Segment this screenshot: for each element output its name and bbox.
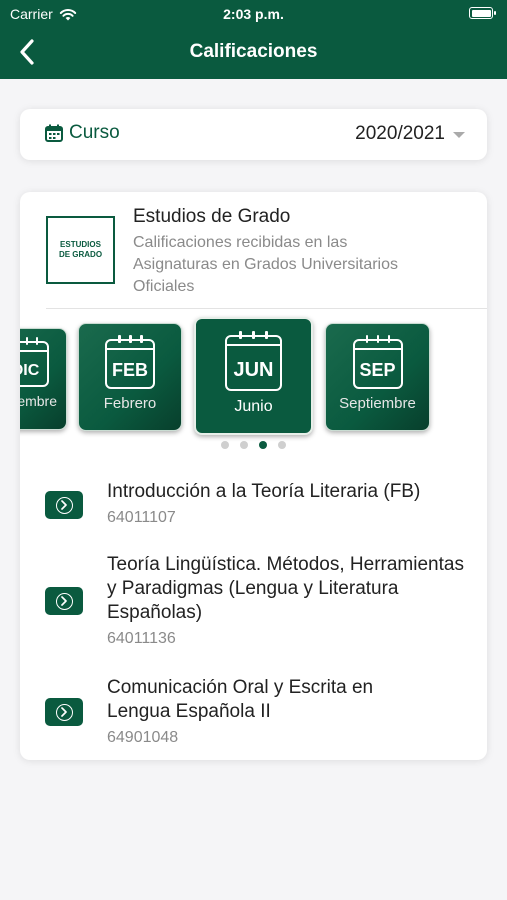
caret-down-icon (453, 132, 465, 138)
status-bar: Carrier 2:03 p.m. (0, 0, 507, 26)
month-carousel[interactable]: DIC Diciembre FEB Febrero JUN Junio SEP (20, 314, 487, 444)
grades-card: ESTUDIOS DE GRADO Estudios de Grado Cali… (20, 192, 487, 760)
month-abbr: DIC (20, 362, 40, 379)
chevron-right-icon (61, 707, 67, 717)
program-title: Estudios de Grado (133, 206, 291, 227)
course-selector-card: Curso 2020/2021 (20, 109, 487, 160)
course-dropdown[interactable]: 2020/2021 (355, 123, 465, 145)
calendar-icon (45, 124, 63, 142)
logo-text-line1: ESTUDIOS (60, 240, 101, 249)
chevron-right-icon (61, 596, 67, 606)
app-header: Carrier 2:03 p.m. Calificaciones (0, 0, 507, 79)
month-tile-sep[interactable]: SEP Septiembre (325, 323, 430, 431)
month-tile-feb[interactable]: FEB Febrero (78, 323, 182, 431)
month-name: Septiembre (339, 395, 416, 412)
open-subject-button[interactable] (45, 491, 83, 519)
subject-name: Introducción a la Teoría Literaria (FB) (107, 481, 421, 502)
estudios-de-grado-logo: ESTUDIOS DE GRADO (46, 216, 115, 284)
divider (46, 308, 487, 309)
page-indicator (20, 441, 487, 449)
program-description: Calificaciones recibidas en las Asignatu… (133, 234, 399, 295)
month-name: Junio (234, 398, 273, 415)
open-subject-button[interactable] (45, 698, 83, 726)
month-abbr: FEB (112, 360, 148, 380)
chevron-right-icon (61, 500, 67, 510)
calendar-icon: FEB (105, 335, 155, 389)
page-title: Calificaciones (189, 41, 318, 62)
course-value: 2020/2021 (355, 123, 445, 144)
subject-name: Teoría Lingüística. Métodos, Herramienta… (107, 554, 464, 623)
page-dot[interactable] (240, 441, 248, 449)
subject-code: 64011107 (107, 509, 176, 526)
nav-bar: Calificaciones (0, 26, 507, 79)
course-label: Curso (69, 122, 120, 143)
calendar-icon: DIC (20, 337, 49, 387)
month-name: Diciembre (20, 393, 57, 409)
subject-row[interactable]: Comunicación Oral y Escrita en Lengua Es… (20, 676, 487, 751)
battery-icon (469, 7, 496, 19)
month-tile-jun[interactable]: JUN Junio (194, 317, 313, 435)
month-abbr: JUN (233, 359, 274, 381)
open-subject-button[interactable] (45, 587, 83, 615)
status-time: 2:03 p.m. (223, 6, 284, 22)
calendar-icon: JUN (225, 331, 282, 391)
subject-code: 64901048 (107, 729, 179, 746)
subject-row[interactable]: Teoría Lingüística. Métodos, Herramienta… (20, 553, 487, 653)
month-abbr: SEP (359, 360, 396, 380)
page-dot[interactable] (221, 441, 229, 449)
course-label-group: Curso (45, 122, 120, 144)
calendar-icon: SEP (352, 335, 403, 389)
page-dot-active[interactable] (259, 441, 267, 449)
subject-code: 64011136 (107, 630, 176, 647)
page-dot[interactable] (278, 441, 286, 449)
logo-text-line2: DE GRADO (58, 250, 103, 259)
month-tile-dic[interactable]: DIC Diciembre (20, 328, 67, 430)
subject-name: Comunicación Oral y Escrita en Lengua Es… (107, 677, 374, 722)
subject-row[interactable]: Introducción a la Teoría Literaria (FB) … (20, 480, 487, 530)
month-name: Febrero (103, 395, 157, 412)
